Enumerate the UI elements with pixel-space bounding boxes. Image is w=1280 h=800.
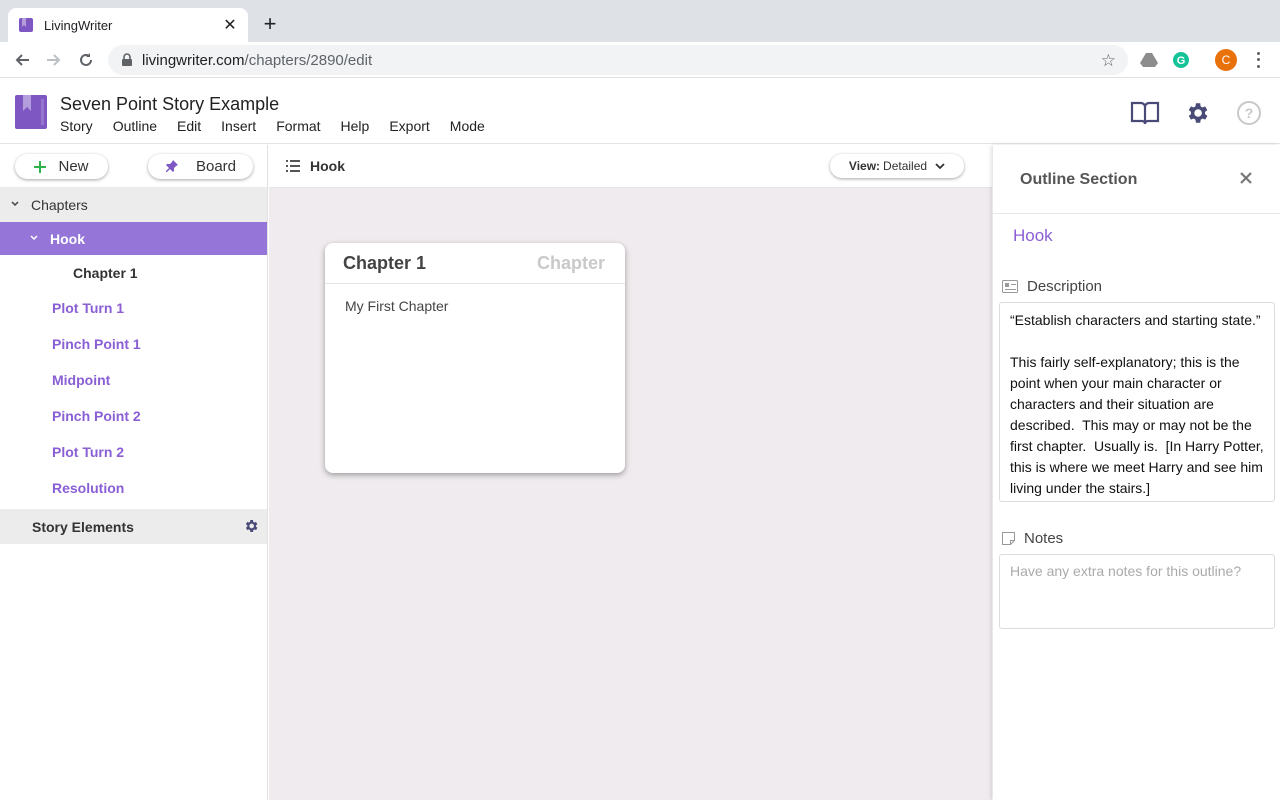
card-body: My First Chapter: [345, 298, 449, 314]
plus-icon: [34, 160, 47, 173]
tree-item-midpoint[interactable]: Midpoint: [0, 362, 267, 398]
view-value: Detailed: [883, 159, 928, 173]
menu-bar: Story Outline Edit Insert Format Help Ex…: [60, 118, 505, 134]
tree-item-pinch-point-2[interactable]: Pinch Point 2: [0, 398, 267, 434]
new-button[interactable]: New: [15, 154, 108, 179]
menu-edit[interactable]: Edit: [177, 118, 201, 134]
section-name[interactable]: Hook: [1013, 226, 1053, 246]
svg-text:G: G: [1177, 55, 1186, 67]
profile-avatar[interactable]: C: [1215, 49, 1237, 71]
menu-format[interactable]: Format: [276, 118, 320, 134]
tree-item-pinch-point-1[interactable]: Pinch Point 1: [0, 326, 267, 362]
address-bar[interactable]: livingwriter.com/chapters/2890/edit ☆: [108, 45, 1128, 75]
chapters-label: Chapters: [31, 196, 88, 213]
bookmark-star-icon[interactable]: ☆: [1101, 51, 1116, 71]
livingwriter-logo-icon[interactable]: [15, 95, 47, 129]
browser-toolbar: livingwriter.com/chapters/2890/edit ☆ G: [0, 42, 1280, 78]
view-prefix: View:: [848, 159, 881, 173]
outline-section-panel: Outline Section Hook Description “Establ…: [993, 145, 1280, 800]
board-button-label: Board: [195, 158, 237, 175]
description-textarea[interactable]: “Establish characters and starting state…: [999, 302, 1275, 502]
description-label: Description: [1002, 278, 1102, 295]
browser-menu-icon[interactable]: [1252, 50, 1264, 70]
tab-title: LivingWriter: [44, 17, 113, 33]
settings-gear-icon[interactable]: [1182, 99, 1212, 127]
grammarly-extension-icon[interactable]: G: [1171, 50, 1191, 70]
tree-item-hook[interactable]: Hook: [0, 222, 267, 255]
board-button[interactable]: Board: [148, 154, 253, 179]
card-title: Chapter 1: [343, 253, 427, 273]
forward-arrow-icon[interactable]: [44, 50, 64, 70]
card-type: Chapter: [536, 253, 605, 273]
livingwriter-favicon-icon: [18, 17, 34, 33]
book-icon[interactable]: [1130, 99, 1160, 127]
close-icon[interactable]: [1239, 171, 1255, 187]
main-toolbar: Hook View: Detailed: [269, 145, 992, 188]
browser-tab[interactable]: LivingWriter ✕: [8, 8, 248, 42]
tab-close-icon[interactable]: ✕: [222, 15, 238, 35]
menu-outline[interactable]: Outline: [113, 118, 157, 134]
list-icon: [286, 160, 300, 172]
reload-icon[interactable]: [76, 50, 96, 70]
lock-icon: [120, 53, 134, 67]
note-icon: [1002, 532, 1015, 545]
tree-item-chapter-1[interactable]: Chapter 1: [0, 255, 267, 290]
app-header: Seven Point Story Example Story Outline …: [0, 79, 1280, 144]
new-button-label: New: [58, 158, 89, 175]
menu-export[interactable]: Export: [389, 118, 429, 134]
tree-item-plot-turn-1[interactable]: Plot Turn 1: [0, 290, 267, 326]
new-tab-icon[interactable]: +: [260, 13, 280, 35]
chevron-down-icon: [30, 234, 38, 243]
hook-label: Hook: [50, 230, 85, 247]
chevron-down-icon: [935, 162, 945, 170]
story-elements-header[interactable]: Story Elements: [0, 509, 267, 544]
panel-title: Outline Section: [1020, 171, 1138, 188]
view-mode-dropdown[interactable]: View: Detailed: [830, 154, 964, 178]
svg-text:?: ?: [1245, 105, 1254, 121]
tree-chapters-header[interactable]: Chapters: [0, 187, 267, 222]
sidebar-actions: New Board: [0, 145, 267, 187]
card-header: Chapter 1 Chapter: [325, 243, 625, 284]
pin-icon: [165, 160, 178, 173]
sidebar: New Board Chapters Hook Chapter 1 Plot T…: [0, 145, 268, 800]
back-arrow-icon[interactable]: [12, 50, 32, 70]
drive-extension-icon[interactable]: [1139, 50, 1159, 70]
story-elements-gear-icon[interactable]: [243, 518, 259, 534]
browser-tabstrip: LivingWriter ✕ +: [0, 0, 1280, 42]
tree-item-plot-turn-2[interactable]: Plot Turn 2: [0, 434, 267, 470]
chapter-card[interactable]: Chapter 1 Chapter My First Chapter: [325, 243, 625, 473]
menu-help[interactable]: Help: [341, 118, 370, 134]
menu-story[interactable]: Story: [60, 118, 93, 134]
tree-item-resolution[interactable]: Resolution: [0, 470, 267, 506]
story-elements-label: Story Elements: [32, 518, 134, 535]
help-icon[interactable]: ?: [1234, 99, 1264, 127]
breadcrumb: Hook: [310, 158, 345, 174]
menu-insert[interactable]: Insert: [221, 118, 256, 134]
main-board: Hook View: Detailed Chapter 1 Chapter My…: [269, 145, 992, 800]
panel-header: Outline Section: [993, 145, 1280, 214]
document-title[interactable]: Seven Point Story Example: [60, 94, 279, 115]
chevron-down-icon: [11, 200, 19, 209]
notes-label: Notes: [1002, 530, 1063, 547]
id-card-icon: [1002, 280, 1018, 293]
menu-mode[interactable]: Mode: [450, 118, 485, 134]
url-text: livingwriter.com/chapters/2890/edit: [142, 51, 373, 69]
notes-textarea[interactable]: [999, 554, 1275, 629]
